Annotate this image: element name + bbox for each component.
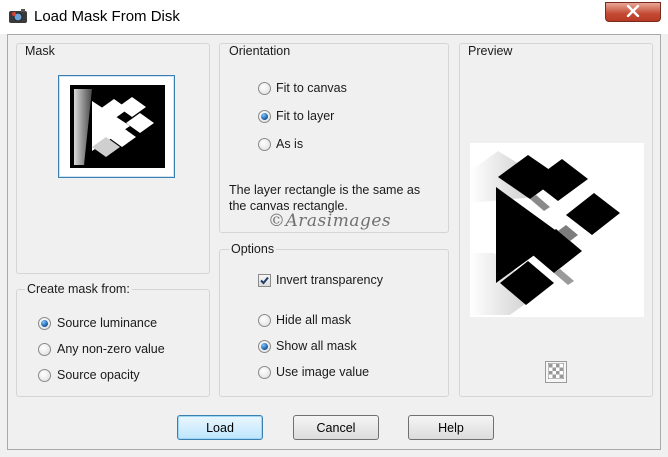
- preview-image: [470, 143, 644, 317]
- fit-to-layer-label[interactable]: Fit to layer: [276, 109, 334, 123]
- radio-source-opacity[interactable]: [38, 369, 51, 382]
- checkerboard-icon: [547, 362, 565, 382]
- show-all-mask-label[interactable]: Show all mask: [276, 339, 357, 353]
- radio-use-image-value[interactable]: [258, 366, 271, 379]
- watermark-text: ©Arasimages: [268, 211, 392, 231]
- mask-thumbnail-image: [70, 85, 165, 168]
- dialog-window: Load Mask From Disk Mask Create mask fro…: [0, 0, 668, 457]
- cancel-button[interactable]: Cancel: [293, 415, 379, 440]
- radio-show-all-mask[interactable]: [258, 340, 271, 353]
- source-opacity-label[interactable]: Source opacity: [57, 368, 140, 382]
- mask-thumbnail[interactable]: [58, 75, 175, 178]
- as-is-label[interactable]: As is: [276, 137, 303, 151]
- hide-all-mask-label[interactable]: Hide all mask: [276, 313, 351, 327]
- orientation-info-text: The layer rectangle is the same as the c…: [229, 183, 421, 213]
- close-button[interactable]: [605, 2, 661, 22]
- radio-fit-to-layer[interactable]: [258, 110, 271, 123]
- options-label: Options: [229, 242, 277, 256]
- orientation-label: Orientation: [229, 44, 291, 58]
- paint-app-icon: [8, 8, 28, 24]
- radio-hide-all-mask[interactable]: [258, 314, 271, 327]
- use-image-value-label[interactable]: Use image value: [276, 365, 369, 379]
- load-button[interactable]: Load: [177, 415, 263, 440]
- help-button[interactable]: Help: [408, 415, 494, 440]
- source-luminance-label[interactable]: Source luminance: [57, 316, 157, 330]
- close-icon: [626, 4, 640, 20]
- window-title: Load Mask From Disk: [34, 8, 180, 25]
- preview-label: Preview: [468, 44, 513, 58]
- checkmark-icon: [260, 276, 269, 285]
- transparency-toggle-button[interactable]: [545, 361, 567, 383]
- radio-as-is[interactable]: [258, 138, 271, 151]
- fit-to-canvas-label[interactable]: Fit to canvas: [276, 81, 347, 95]
- radio-source-luminance[interactable]: [38, 317, 51, 330]
- title-bar[interactable]: Load Mask From Disk: [0, 0, 668, 34]
- radio-fit-to-canvas[interactable]: [258, 82, 271, 95]
- invert-transparency-checkbox[interactable]: [258, 274, 271, 287]
- radio-any-non-zero[interactable]: [38, 343, 51, 356]
- invert-transparency-label[interactable]: Invert transparency: [276, 273, 383, 287]
- any-non-zero-label[interactable]: Any non-zero value: [57, 342, 165, 356]
- create-mask-label: Create mask from:: [25, 282, 132, 296]
- mask-group-label: Mask: [25, 44, 55, 58]
